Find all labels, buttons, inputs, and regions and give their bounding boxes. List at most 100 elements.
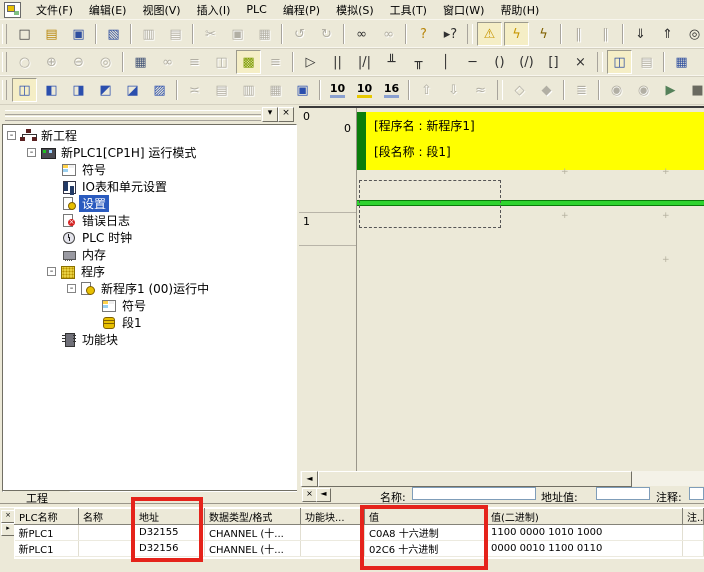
address-tools-button[interactable]: ≍ — [182, 78, 207, 102]
remove-line-button[interactable]: × — [568, 50, 593, 74]
cell-value-binary[interactable]: 1100 0000 1010 1000 — [487, 525, 683, 541]
base-hex-button[interactable]: 16 — [379, 78, 404, 102]
menu-plc[interactable]: PLC — [238, 1, 274, 18]
clear-breakpoint-button[interactable]: ◉ — [631, 78, 656, 102]
selection-rectangle[interactable] — [359, 180, 501, 228]
cell-plc-name[interactable]: 新PLC1 — [15, 525, 79, 541]
cell-data-type[interactable]: CHANNEL (十... — [205, 541, 301, 557]
new-closed-or-contact-button[interactable]: ╥ — [406, 50, 431, 74]
collapse-expander-icon[interactable]: - — [67, 284, 76, 293]
tree-item-new-project[interactable]: -新工程 — [3, 127, 296, 144]
cell-name[interactable] — [79, 541, 135, 557]
watch-expand-button[interactable]: ▸ — [1, 523, 15, 536]
tree-item-plc-clock[interactable]: PLC 时钟 — [3, 229, 296, 246]
cell-comment[interactable] — [683, 541, 704, 557]
set-breakpoint-button[interactable]: ◉ — [604, 78, 629, 102]
rung-0-margin[interactable]: 0 0 — [299, 108, 356, 213]
import-program-button[interactable]: ⇧ — [414, 78, 439, 102]
show-comments-button[interactable]: ≡ — [263, 50, 288, 74]
menu-simulation[interactable]: 模拟(S) — [328, 0, 382, 20]
toolbar-grip[interactable] — [2, 24, 7, 44]
menu-window[interactable]: 窗口(W) — [435, 0, 492, 20]
properties-button[interactable]: ▤ — [634, 50, 659, 74]
cut-button[interactable]: ✂ — [198, 22, 223, 46]
collapse-expander-icon[interactable]: - — [7, 131, 16, 140]
base-signed-decimal-button[interactable]: 10 — [352, 78, 377, 102]
verify-program-button[interactable]: ≈ — [468, 78, 493, 102]
new-or-contact-button[interactable]: ╨ — [379, 50, 404, 74]
menu-insert[interactable]: 插入(I) — [189, 0, 239, 20]
program-comment-block[interactable]: [程序名 : 新程序1] [段名称 : 段1] — [357, 112, 704, 170]
compile-program-button[interactable]: ▧ — [101, 22, 126, 46]
menu-edit[interactable]: 编辑(E) — [81, 0, 135, 20]
tree-item-error-log[interactable]: 错误日志 — [3, 212, 296, 229]
context-help-button[interactable]: ▸? — [438, 22, 463, 46]
print-preview-button[interactable]: ▤ — [163, 22, 188, 46]
new-instruction-button[interactable]: [] — [541, 50, 566, 74]
menu-file[interactable]: 文件(F) — [28, 0, 81, 20]
paste-button[interactable]: ▦ — [252, 22, 277, 46]
sim-stop-button[interactable]: ■ — [685, 78, 704, 102]
copy-button[interactable]: ▣ — [225, 22, 250, 46]
col-function-block[interactable]: 功能块... — [301, 509, 365, 525]
watch-window-toggle-button[interactable]: ▣ — [290, 78, 315, 102]
data-calendar-button[interactable]: ▦ — [669, 50, 694, 74]
redo-button[interactable]: ↻ — [314, 22, 339, 46]
export-program-button[interactable]: ⇩ — [441, 78, 466, 102]
monitor-data-button[interactable]: ▦ — [263, 78, 288, 102]
memory-window-button[interactable]: ◇ — [507, 78, 532, 102]
pause-button[interactable]: ‖ — [566, 22, 591, 46]
mdi-document-icon[interactable] — [4, 2, 21, 18]
ladder-horizontal-scrollbar[interactable]: ◄ — [300, 471, 704, 486]
io-comment-button[interactable]: ▤ — [209, 78, 234, 102]
tree-item-settings[interactable]: 设置 — [3, 195, 296, 212]
toggle-grid-button[interactable]: ▦ — [128, 50, 153, 74]
data-trace-button[interactable]: ≣ — [569, 78, 594, 102]
toolbar-grip[interactable] — [2, 80, 7, 100]
compare-with-plc-button[interactable]: ◎ — [682, 22, 704, 46]
undo-button[interactable]: ↺ — [287, 22, 312, 46]
new-closed-contact-button[interactable]: |/| — [352, 50, 377, 74]
cell-data-type[interactable]: CHANNEL (十... — [205, 525, 301, 541]
watch-sheet-button[interactable]: ◆ — [534, 78, 559, 102]
tree-item-symbols[interactable]: 符号 — [3, 161, 296, 178]
work-online-button[interactable]: ⚠ — [477, 22, 502, 46]
menu-view[interactable]: 视图(V) — [134, 0, 188, 20]
scroll-left-arrow-icon[interactable]: ◄ — [301, 471, 318, 487]
horizontal-line-button[interactable]: ─ — [460, 50, 485, 74]
view-settings-button[interactable]: ◪ — [120, 78, 145, 102]
cross-reference-button[interactable]: ▨ — [147, 78, 172, 102]
name-input[interactable] — [412, 487, 536, 500]
split-view-button[interactable]: ◫ — [209, 50, 234, 74]
rung-wrap-button[interactable]: ▥ — [236, 78, 261, 102]
select-tool-button[interactable]: ▷ — [298, 50, 323, 74]
tree-item-section1[interactable]: 段1 — [3, 314, 296, 331]
rung-annotations-button[interactable]: ▩ — [236, 50, 261, 74]
transfer-to-plc-button[interactable]: ⇓ — [628, 22, 653, 46]
open-project-button[interactable]: ▤ — [39, 22, 64, 46]
ladder-editor[interactable]: [程序名 : 新程序1] [段名称 : 段1] + + + + + — [357, 108, 704, 471]
tree-dropdown-button[interactable]: ▾ — [262, 107, 278, 122]
watch-close-button[interactable]: × — [1, 510, 15, 523]
view-mnemonic-button[interactable]: ◧ — [39, 78, 64, 102]
help-button[interactable]: ? — [411, 22, 436, 46]
col-name[interactable]: 名称 — [79, 509, 135, 525]
collapse-expander-icon[interactable]: - — [27, 148, 36, 157]
col-data-type[interactable]: 数据类型/格式 — [205, 509, 301, 525]
toolbar-grip[interactable] — [2, 52, 7, 72]
menu-tools[interactable]: 工具(T) — [382, 0, 435, 20]
zoom-actual-button[interactable]: ○ — [12, 50, 37, 74]
print-button[interactable]: ▥ — [136, 22, 161, 46]
rung-1-margin[interactable]: 1 — [299, 213, 356, 246]
cell-plc-name[interactable]: 新PLC1 — [15, 541, 79, 557]
address-value-input[interactable] — [596, 487, 650, 500]
find-button[interactable]: ∞ — [349, 22, 374, 46]
find-replace-button[interactable]: ∞ — [376, 22, 401, 46]
base-decimal-button[interactable]: 10 — [325, 78, 350, 102]
zoom-fit-button[interactable]: ◎ — [93, 50, 118, 74]
tree-item-program1[interactable]: -新程序1 (00)运行中 — [3, 280, 296, 297]
view-io-table-button[interactable]: ◩ — [93, 78, 118, 102]
view-symbols-button[interactable]: ◨ — [66, 78, 91, 102]
save-project-button[interactable]: ▣ — [66, 22, 91, 46]
col-value-binary[interactable]: 值(二进制) — [487, 509, 683, 525]
